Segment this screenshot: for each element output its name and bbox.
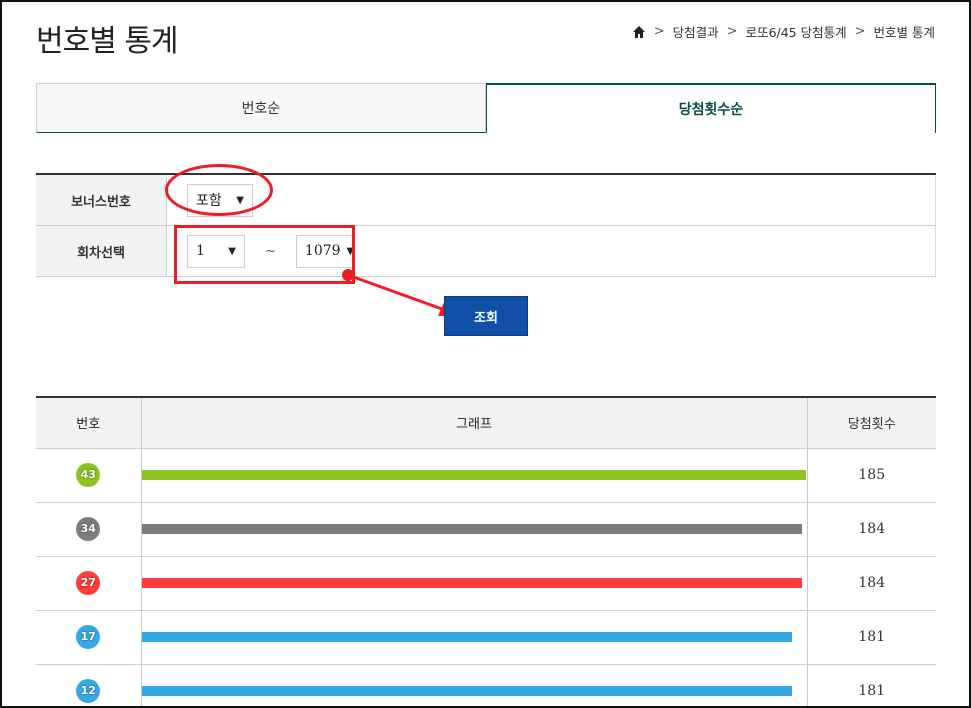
breadcrumb-item-current: 번호별 통계 <box>873 25 935 40</box>
caret-down-icon: ▼ <box>228 245 236 257</box>
breadcrumb-item-lotto-stats[interactable]: 로또6/45 당첨통계 <box>746 22 847 41</box>
round-from-select[interactable]: 1 ▼ <box>187 234 245 268</box>
table-row: 17 181 <box>36 610 936 665</box>
count-bar <box>141 470 806 480</box>
count-bar <box>141 578 802 588</box>
round-to-select[interactable]: 1079 ▼ <box>295 234 355 268</box>
bonus-cell: 포함 ▼ <box>167 175 936 225</box>
header-graph: 그래프 <box>141 397 808 449</box>
screenshot-frame: 번호별 통계 > 당첨결과 > 로또6/45 당첨통계 > 번호별 통계 번호순… <box>0 0 971 708</box>
graph-cell <box>141 448 808 503</box>
bonus-label: 보너스번호 <box>36 175 167 225</box>
graph-cell <box>141 556 808 611</box>
stats-table: 번호 그래프 당첨횟수 43 185 34 184 27 184 17 181 12 181 <box>36 396 936 706</box>
caret-down-icon: ▼ <box>236 194 244 206</box>
count-bar <box>141 632 792 642</box>
round-cell: 1 ▼ ~ 1079 ▼ <box>167 226 936 276</box>
number-ball: 12 <box>76 679 101 703</box>
home-icon[interactable] <box>632 25 646 39</box>
round-to-value: 1079 <box>304 243 341 259</box>
filter-row-bonus: 보너스번호 포함 ▼ <box>36 175 936 226</box>
table-row: 43 185 <box>36 448 936 503</box>
number-cell: 17 <box>36 610 142 665</box>
number-ball: 34 <box>76 517 101 541</box>
count-cell: 181 <box>807 610 936 665</box>
graph-cell <box>141 610 808 665</box>
range-tilde: ~ <box>265 243 276 259</box>
count-cell: 185 <box>807 448 936 503</box>
breadcrumb: > 당첨결과 > 로또6/45 당첨통계 > 번호별 통계 <box>632 22 935 41</box>
header-count: 당첨횟수 <box>807 397 936 449</box>
chevron-right-icon: > <box>726 24 738 39</box>
filter-form: 보너스번호 포함 ▼ 회차선택 1 ▼ ~ 1079 ▼ <box>36 173 936 277</box>
number-ball: 17 <box>76 625 101 649</box>
header-number: 번호 <box>36 397 142 449</box>
round-label: 회차선택 <box>36 226 167 276</box>
filter-row-round: 회차선택 1 ▼ ~ 1079 ▼ <box>36 226 936 277</box>
number-ball: 43 <box>76 463 101 487</box>
number-cell: 27 <box>36 556 142 611</box>
chevron-right-icon: > <box>653 24 665 39</box>
tab-by-win-count[interactable]: 당첨횟수순 <box>486 83 936 133</box>
breadcrumb-item-results[interactable]: 당첨결과 <box>673 22 719 41</box>
chevron-right-icon: > <box>854 24 866 39</box>
graph-cell <box>141 664 808 706</box>
sort-tabs: 번호순 당첨횟수순 <box>36 83 936 133</box>
page-title: 번호별 통계 <box>36 24 179 59</box>
bonus-select-value: 포함 <box>196 193 222 209</box>
search-button[interactable]: 조회 <box>444 296 528 336</box>
tab-by-number[interactable]: 번호순 <box>36 83 486 133</box>
caret-down-icon: ▼ <box>346 245 355 257</box>
number-cell: 43 <box>36 448 142 503</box>
table-row: 34 184 <box>36 502 936 557</box>
table-row: 27 184 <box>36 556 936 611</box>
count-cell: 181 <box>807 664 936 706</box>
count-bar <box>141 686 792 696</box>
count-bar <box>141 524 802 534</box>
count-cell: 184 <box>807 556 936 611</box>
number-cell: 12 <box>36 664 142 706</box>
round-from-value: 1 <box>196 243 205 259</box>
bonus-select[interactable]: 포함 ▼ <box>187 183 253 217</box>
graph-cell <box>141 502 808 557</box>
table-header-row: 번호 그래프 당첨횟수 <box>36 397 936 449</box>
table-row: 12 181 <box>36 664 936 706</box>
number-ball: 27 <box>76 571 101 595</box>
count-cell: 184 <box>807 502 936 557</box>
number-cell: 34 <box>36 502 142 557</box>
